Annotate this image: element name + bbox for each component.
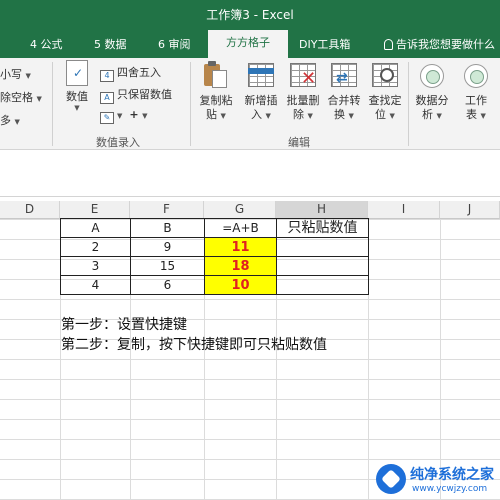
instruction-step-1: 第一步：设置快捷键 [61, 317, 187, 333]
table-header-b[interactable]: B [130, 218, 205, 238]
ribbon-separator [52, 62, 53, 146]
table-header-paste-values[interactable]: 只粘贴数值 [276, 218, 369, 238]
table-cell[interactable]: 3 [60, 256, 131, 276]
instruction-step-2: 第二步：复制，按下快捷键即可只粘贴数值 [61, 337, 327, 353]
tab-fangfangezi[interactable]: 方方格子 [208, 30, 288, 58]
table-header-a[interactable]: A [60, 218, 131, 238]
watermark: 纯净系统之家 www.ycwjzy.com [376, 460, 500, 500]
merge-convert-button[interactable]: ⇄ 合并转 换 ▼ [323, 60, 365, 123]
watermark-title: 纯净系统之家 [410, 467, 494, 483]
grid-vline [440, 219, 441, 500]
column-header-j[interactable]: J [440, 201, 500, 219]
tab-diy-toolbox[interactable]: DIY工具箱 [299, 36, 350, 52]
tell-me-search[interactable]: 告诉我您想要做什么 [384, 36, 495, 52]
find-locate-button[interactable]: 查找定 位 ▼ [364, 60, 406, 123]
table-cell-sum[interactable]: 18 [204, 256, 277, 276]
watermark-logo-icon [376, 464, 406, 494]
ribbon-trim-spaces-partial[interactable]: 除空格 ▼ [0, 89, 42, 105]
tab-review[interactable]: 6 审阅 [158, 36, 191, 52]
tab-formulas[interactable]: 4 公式 [30, 36, 63, 52]
round-icon: 4 [100, 70, 114, 82]
table-cell[interactable]: 6 [130, 275, 205, 295]
column-header-h[interactable]: H [276, 201, 368, 219]
group-label-data-entry: 数值录入 [96, 136, 140, 149]
batch-delete-button[interactable]: ✕ 批量删 除 ▼ [282, 60, 324, 123]
table-cell-paste[interactable] [276, 237, 369, 257]
paste-icon [200, 60, 232, 90]
ribbon: 小写 ▼ 除空格 ▼ 多 ▼ 数值 ▼ 4四舍五入 A只保留数值 ✎▼ + ▼ … [0, 58, 500, 150]
table-cell[interactable]: 4 [60, 275, 131, 295]
column-header-i[interactable]: I [368, 201, 440, 219]
edit-icon: ✎ [100, 112, 114, 124]
data-analysis-button[interactable]: 数据分 析 ▼ [412, 60, 452, 123]
keep-value-button[interactable]: A 只保留数值 [100, 86, 172, 104]
column-header-g[interactable]: G [204, 201, 276, 219]
table-cell-sum[interactable]: 10 [204, 275, 277, 295]
value-icon [66, 60, 88, 86]
ribbon-lowercase-partial[interactable]: 小写 ▼ [0, 66, 31, 82]
ribbon-separator [190, 62, 191, 146]
worksheet-button[interactable]: 工作 表 ▼ [458, 60, 494, 123]
value-button[interactable]: 数值 ▼ [58, 60, 96, 112]
more-entry-button[interactable]: ✎ ▼ + ▼ [100, 108, 148, 124]
table-cell[interactable]: 2 [60, 237, 131, 257]
merge-icon: ⇄ [328, 60, 360, 90]
table-cell[interactable]: 15 [130, 256, 205, 276]
delete-rows-icon: ✕ [287, 60, 319, 90]
title-bar: 工作簿3 - Excel 4 公式 5 数据 6 审阅 方方格子 DIY工具箱 … [0, 0, 500, 58]
data-analysis-icon [420, 64, 444, 88]
magnifier-icon [369, 60, 401, 90]
ribbon-more-partial[interactable]: 多 ▼ [0, 112, 20, 128]
column-header-f[interactable]: F [130, 201, 204, 219]
worksheet-icon [464, 64, 488, 88]
column-header-e[interactable]: E [60, 201, 130, 219]
abc-icon: A [100, 92, 114, 104]
table-cell[interactable]: 9 [130, 237, 205, 257]
window-title: 工作簿3 - Excel [206, 8, 294, 22]
round-button[interactable]: 4 四舍五入 [100, 64, 161, 82]
lightbulb-icon [384, 39, 393, 50]
copy-paste-button[interactable]: 复制粘 贴 ▼ [195, 60, 237, 123]
table-cell-sum[interactable]: 11 [204, 237, 277, 257]
table-cell-paste[interactable] [276, 275, 369, 295]
tab-data[interactable]: 5 数据 [94, 36, 127, 52]
ribbon-separator [408, 62, 409, 146]
table-header-sum[interactable]: =A+B [204, 218, 277, 238]
insert-rows-icon [245, 60, 277, 90]
watermark-url: www.ycwjzy.com [412, 484, 488, 494]
insert-new-button[interactable]: 新增插 入 ▼ [240, 60, 282, 123]
tell-me-text: 告诉我您想要做什么 [396, 38, 495, 51]
group-label-edit: 编辑 [288, 136, 310, 149]
formula-bar-area[interactable] [0, 150, 500, 197]
column-header-d[interactable]: D [0, 201, 60, 219]
table-cell-paste[interactable] [276, 256, 369, 276]
